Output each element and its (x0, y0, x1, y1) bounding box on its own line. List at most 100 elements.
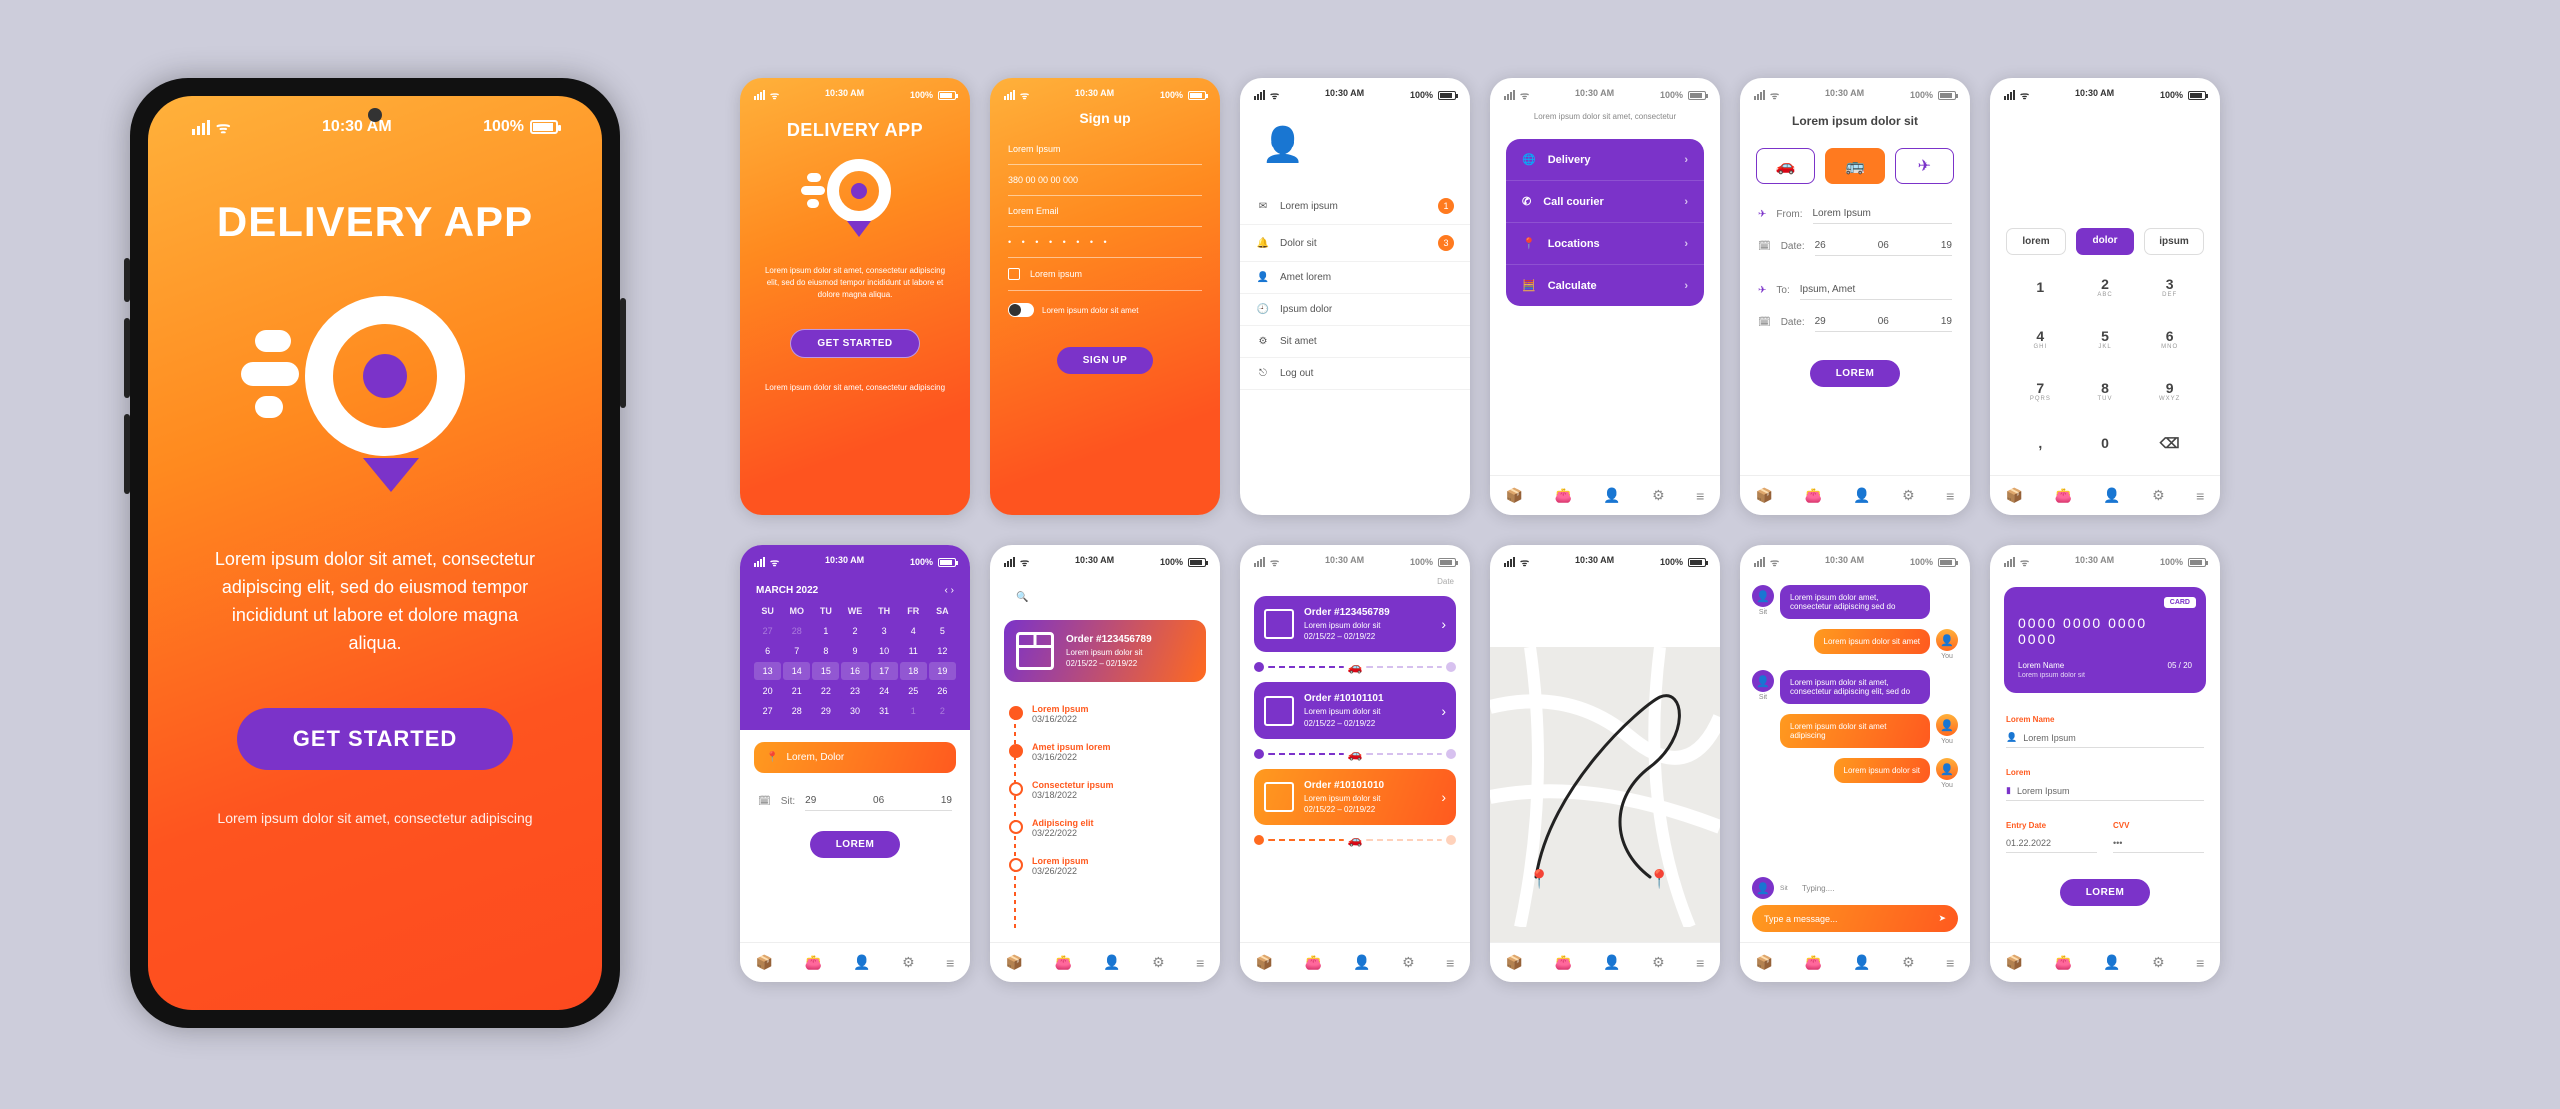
day-27[interactable]: 27 (754, 622, 781, 640)
tab-ipsum[interactable]: ipsum (2144, 228, 2204, 255)
key-,[interactable]: , (2008, 423, 2073, 463)
to-input[interactable]: Ipsum, Amet (1800, 280, 1952, 300)
nav-orders[interactable]: 📦 (1756, 487, 1773, 504)
active-order-card[interactable]: Order #123456789Lorem ipsum dolor sit02/… (1004, 620, 1206, 682)
day-2[interactable]: 2 (929, 702, 956, 720)
day-28[interactable]: 28 (783, 622, 810, 640)
nav-more[interactable]: ≡ (1696, 955, 1704, 971)
day-30[interactable]: 30 (841, 702, 868, 720)
phone-input[interactable]: 380 00 00 00 000 (1008, 165, 1202, 196)
height-input[interactable]: Heigth0,00 cm (2008, 172, 2202, 200)
day-24[interactable]: 24 (871, 682, 898, 700)
get-started-button[interactable]: GET STARTED (790, 329, 919, 358)
nav-orders[interactable]: 📦 (1256, 954, 1273, 971)
nav-settings[interactable]: ⚙ (1652, 954, 1665, 971)
day-6[interactable]: 6 (754, 642, 781, 660)
nav-orders[interactable]: 📦 (2006, 487, 2023, 504)
day-14[interactable]: 14 (783, 662, 810, 680)
tab-lorem[interactable]: lorem (2006, 228, 2066, 255)
day-31[interactable]: 31 (871, 702, 898, 720)
tab-bus[interactable]: 🚌 (1825, 148, 1884, 184)
day-12[interactable]: 12 (929, 642, 956, 660)
email-input[interactable]: Lorem Email (1008, 196, 1202, 227)
day-23[interactable]: 23 (841, 682, 868, 700)
next-month-button[interactable]: › (951, 585, 954, 596)
nav-settings[interactable]: ⚙ (2152, 487, 2165, 504)
key-1[interactable]: 1 (2008, 267, 2073, 307)
menu-locations[interactable]: 📍Locations› (1506, 223, 1704, 265)
nav-settings[interactable]: ⚙ (1652, 487, 1665, 504)
day-1[interactable]: 1 (812, 622, 839, 640)
day-18[interactable]: 18 (900, 662, 927, 680)
nav-more[interactable]: ≡ (1696, 488, 1704, 504)
date-from-input[interactable]: 260619 (1815, 236, 1952, 256)
map-view[interactable]: 📍 📍 (1490, 647, 1720, 942)
calendar-submit-button[interactable]: LOREM (810, 831, 901, 858)
nav-orders[interactable]: 📦 (2006, 954, 2023, 971)
search-input[interactable]: 🔍Search (1004, 583, 1206, 612)
nav-profile[interactable]: 👤 (1353, 954, 1370, 971)
nav-wallet[interactable]: 👛 (1805, 487, 1822, 504)
expiry-input[interactable]: 01.22.2022 (2006, 834, 2097, 853)
nav-profile[interactable]: 👤 (1603, 954, 1620, 971)
menu-item-history[interactable]: 🕘Ipsum dolor (1240, 294, 1470, 326)
date-to-input[interactable]: 290619 (1815, 312, 1952, 332)
day-16[interactable]: 16 (841, 662, 868, 680)
key-4[interactable]: 4GHI (2008, 319, 2073, 359)
get-started-button[interactable]: GET STARTED (237, 708, 514, 770)
day-10[interactable]: 10 (871, 642, 898, 660)
chat-input[interactable]: Type a message...➤ (1752, 905, 1958, 932)
day-19[interactable]: 19 (929, 662, 956, 680)
nav-more[interactable]: ≡ (946, 955, 954, 971)
key-0[interactable]: 0 (2073, 423, 2138, 463)
prev-month-button[interactable]: ‹ (945, 585, 948, 596)
checkbox-row[interactable]: Lorem ipsum (1008, 258, 1202, 291)
nav-profile[interactable]: 👤 (2103, 487, 2120, 504)
nav-more[interactable]: ≡ (2196, 488, 2204, 504)
nav-wallet[interactable]: 👛 (805, 954, 822, 971)
nav-wallet[interactable]: 👛 (1805, 954, 1822, 971)
sit-date-input[interactable]: 290619 (805, 791, 952, 811)
key-8[interactable]: 8TUV (2073, 371, 2138, 411)
day-1[interactable]: 1 (900, 702, 927, 720)
nav-orders[interactable]: 📦 (756, 954, 773, 971)
nav-more[interactable]: ≡ (1196, 955, 1204, 971)
nav-profile[interactable]: 👤 (1853, 954, 1870, 971)
day-27[interactable]: 27 (754, 702, 781, 720)
nav-settings[interactable]: ⚙ (2152, 954, 2165, 971)
nav-more[interactable]: ≡ (1946, 955, 1954, 971)
nav-profile[interactable]: 👤 (1853, 487, 1870, 504)
nav-settings[interactable]: ⚙ (1902, 954, 1915, 971)
route-submit-button[interactable]: LOREM (1810, 360, 1901, 387)
menu-call-courier[interactable]: ✆Call courier› (1506, 181, 1704, 223)
menu-item-account[interactable]: 👤Amet lorem (1240, 262, 1470, 294)
day-21[interactable]: 21 (783, 682, 810, 700)
day-11[interactable]: 11 (900, 642, 927, 660)
nav-wallet[interactable]: 👛 (2055, 954, 2072, 971)
nav-wallet[interactable]: 👛 (1555, 954, 1572, 971)
signup-button[interactable]: SIGN UP (1057, 347, 1154, 374)
key-6[interactable]: 6MNO (2137, 319, 2202, 359)
nav-profile[interactable]: 👤 (1103, 954, 1120, 971)
day-28[interactable]: 28 (783, 702, 810, 720)
day-26[interactable]: 26 (929, 682, 956, 700)
pay-button[interactable]: LOREM (2060, 879, 2151, 906)
nav-orders[interactable]: 📦 (1006, 954, 1023, 971)
width-input[interactable]: Width0,00 cm (2008, 144, 2202, 172)
cvv-input[interactable]: ••• (2113, 834, 2204, 853)
nav-profile[interactable]: 👤 (853, 954, 870, 971)
order-card[interactable]: Order #10101010Lorem ipsum dolor sit02/1… (1254, 769, 1456, 825)
length-input[interactable]: Length15 cm (2008, 116, 2202, 144)
day-29[interactable]: 29 (812, 702, 839, 720)
key-7[interactable]: 7PQRS (2008, 371, 2073, 411)
nav-settings[interactable]: ⚙ (1152, 954, 1165, 971)
day-7[interactable]: 7 (783, 642, 810, 660)
nav-more[interactable]: ≡ (2196, 955, 2204, 971)
card-field-input[interactable]: ▮Lorem Ipsum (2006, 781, 2204, 801)
name-input[interactable]: Lorem Ipsum (1008, 134, 1202, 165)
name-input[interactable]: 👤Lorem Ipsum (2006, 728, 2204, 748)
menu-item-mail[interactable]: ✉Lorem ipsum1 (1240, 188, 1470, 225)
send-icon[interactable]: ➤ (1938, 913, 1946, 924)
nav-wallet[interactable]: 👛 (1555, 487, 1572, 504)
day-8[interactable]: 8 (812, 642, 839, 660)
